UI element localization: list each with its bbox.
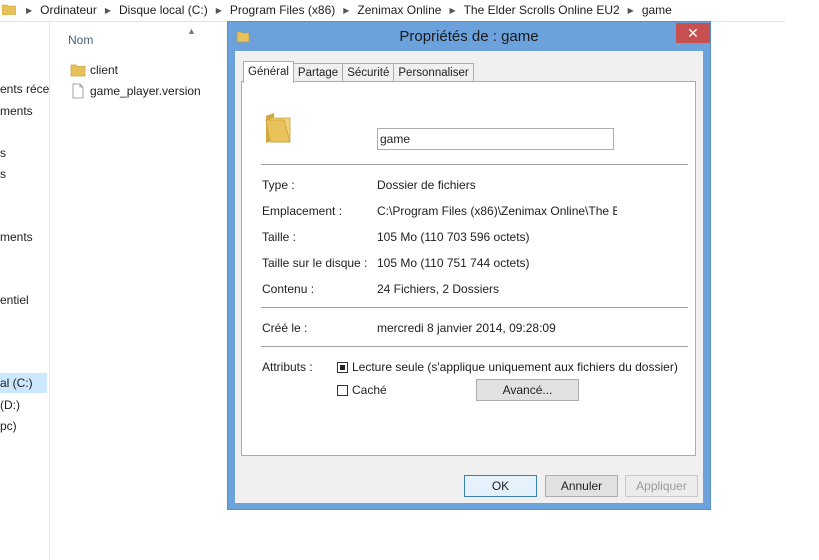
- tab-strip: Général Partage Sécurité Personnaliser: [243, 61, 474, 83]
- list-item[interactable]: client: [70, 60, 118, 80]
- close-icon: ✕: [687, 25, 699, 41]
- field-label: Taille :: [262, 230, 297, 244]
- field-value: 24 Fichiers, 2 Dossiers: [377, 282, 500, 296]
- chevron-right-icon[interactable]: ▶: [449, 6, 455, 15]
- close-button[interactable]: ✕: [676, 23, 710, 43]
- nav-item[interactable]: ments: [0, 104, 33, 118]
- field-value: Dossier de fichiers: [377, 178, 476, 192]
- breadcrumb-item[interactable]: The Elder Scrolls Online EU2: [464, 3, 620, 17]
- folder-icon: [2, 4, 16, 15]
- cancel-button[interactable]: Annuler: [545, 475, 618, 497]
- apply-button[interactable]: Appliquer: [625, 475, 698, 497]
- breadcrumb-item[interactable]: Ordinateur: [40, 3, 97, 17]
- dialog-body: Général Partage Sécurité Personnaliser g…: [235, 51, 703, 503]
- title-bar[interactable]: Propriétés de : game ✕: [228, 22, 710, 50]
- tab-general[interactable]: Général: [243, 61, 294, 83]
- divider: [261, 164, 688, 165]
- list-item[interactable]: game_player.version: [70, 81, 201, 101]
- nav-item[interactable]: s: [0, 146, 6, 160]
- breadcrumb-item[interactable]: Zenimax Online: [357, 3, 441, 17]
- nav-item[interactable]: s: [0, 167, 6, 181]
- chevron-right-icon[interactable]: ▶: [343, 6, 349, 15]
- field-label: Type :: [262, 178, 295, 192]
- nav-item[interactable]: pc): [0, 419, 17, 433]
- field-label: Créé le :: [262, 321, 308, 335]
- chevron-right-icon[interactable]: ▶: [26, 6, 32, 15]
- nav-item[interactable]: entiel: [0, 293, 29, 307]
- address-bar[interactable]: ▶ Ordinateur ▶ Disque local (C:) ▶ Progr…: [0, 0, 785, 22]
- tab-page-general: game Type : Dossier de fichiers Emplacem…: [241, 81, 696, 456]
- field-value: 105 Mo (110 751 744 octets): [377, 256, 530, 270]
- readonly-checkbox[interactable]: [337, 362, 348, 373]
- chevron-right-icon[interactable]: ▶: [216, 6, 222, 15]
- file-icon: [72, 83, 84, 99]
- chevron-right-icon[interactable]: ▶: [628, 6, 634, 15]
- field-label: Contenu :: [262, 282, 315, 296]
- nav-item-selected[interactable]: al (C:): [0, 373, 47, 393]
- file-name: game_player.version: [90, 84, 201, 98]
- ok-button[interactable]: OK: [464, 475, 537, 497]
- properties-dialog: Propriétés de : game ✕ Général Partage S…: [227, 21, 711, 510]
- column-header-name[interactable]: Nom: [68, 33, 93, 47]
- folder-icon: [70, 64, 86, 77]
- dialog-title: Propriétés de : game: [399, 28, 539, 45]
- indeterminate-mark: [340, 365, 345, 370]
- folder-name-input[interactable]: game: [377, 128, 614, 150]
- hidden-checkbox[interactable]: [337, 385, 348, 396]
- field-label: Taille sur le disque :: [262, 256, 368, 270]
- field-label: Emplacement :: [262, 204, 343, 218]
- field-value: 105 Mo (110 703 596 octets): [377, 230, 530, 244]
- divider: [261, 307, 688, 308]
- chevron-right-icon[interactable]: ▶: [105, 6, 111, 15]
- breadcrumb-item[interactable]: game: [642, 3, 672, 17]
- breadcrumb-item[interactable]: Program Files (x86): [230, 3, 335, 17]
- divider: [261, 346, 688, 347]
- tab-sharing[interactable]: Partage: [292, 63, 344, 82]
- attributes-label: Attributs :: [262, 360, 313, 374]
- hidden-label[interactable]: Caché: [352, 383, 387, 397]
- advanced-button[interactable]: Avancé...: [476, 379, 579, 401]
- tab-security[interactable]: Sécurité: [342, 63, 395, 82]
- location-value[interactable]: C:\Program Files (x86)\Zenimax Online\Th…: [377, 204, 617, 218]
- nav-item[interactable]: ments: [0, 230, 33, 244]
- folder-icon: [265, 113, 291, 143]
- navigation-pane: ents récen ments s s ments entiel al (C:…: [0, 22, 50, 560]
- nav-item[interactable]: ents récen: [0, 82, 49, 96]
- created-value: mercredi 8 janvier 2014, 09:28:09: [377, 321, 556, 335]
- breadcrumb: ▶ Ordinateur ▶ Disque local (C:) ▶ Progr…: [18, 3, 672, 17]
- nav-item[interactable]: (D:): [0, 398, 20, 412]
- breadcrumb-item[interactable]: Disque local (C:): [119, 3, 208, 17]
- tab-customize[interactable]: Personnaliser: [393, 63, 474, 82]
- sort-up-icon: ▲: [187, 26, 196, 36]
- file-name: client: [90, 63, 119, 77]
- readonly-label[interactable]: Lecture seule (s'applique uniquement aux…: [352, 360, 678, 374]
